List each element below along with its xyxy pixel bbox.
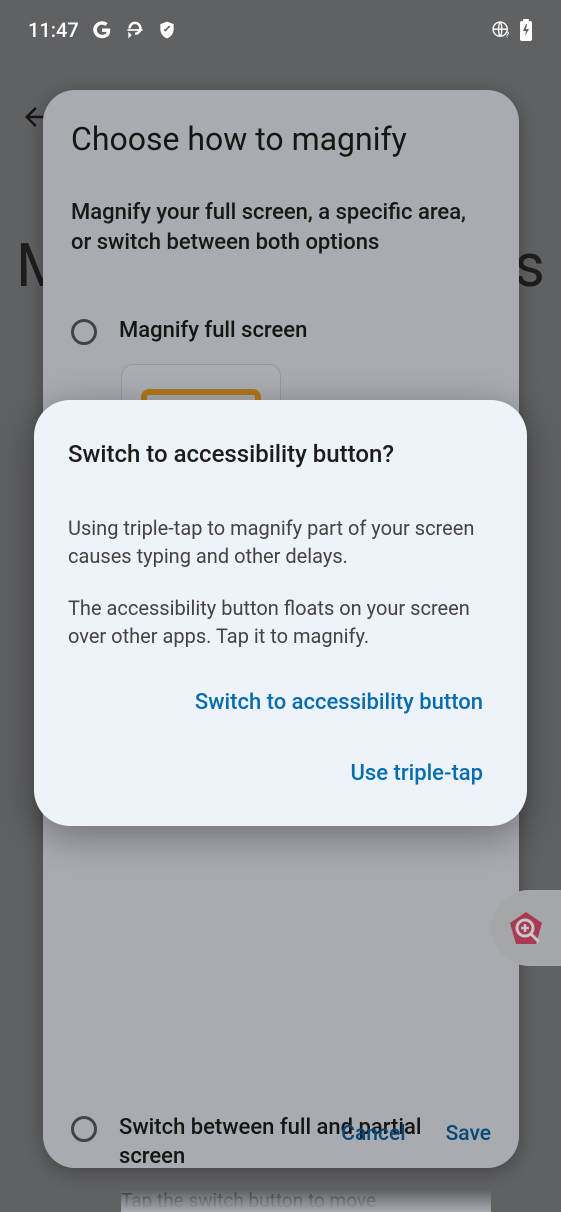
switch-accessibility-button[interactable]: Switch to accessibility button — [185, 684, 493, 721]
alert-body-2: The accessibility button floats on your … — [68, 594, 493, 650]
alert-body-1: Using triple-tap to magnify part of your… — [68, 514, 493, 570]
alert-title: Switch to accessibility button? — [68, 440, 493, 468]
use-triple-tap-button[interactable]: Use triple-tap — [341, 755, 493, 792]
accessibility-switch-alert: Switch to accessibility button? Using tr… — [34, 400, 527, 826]
